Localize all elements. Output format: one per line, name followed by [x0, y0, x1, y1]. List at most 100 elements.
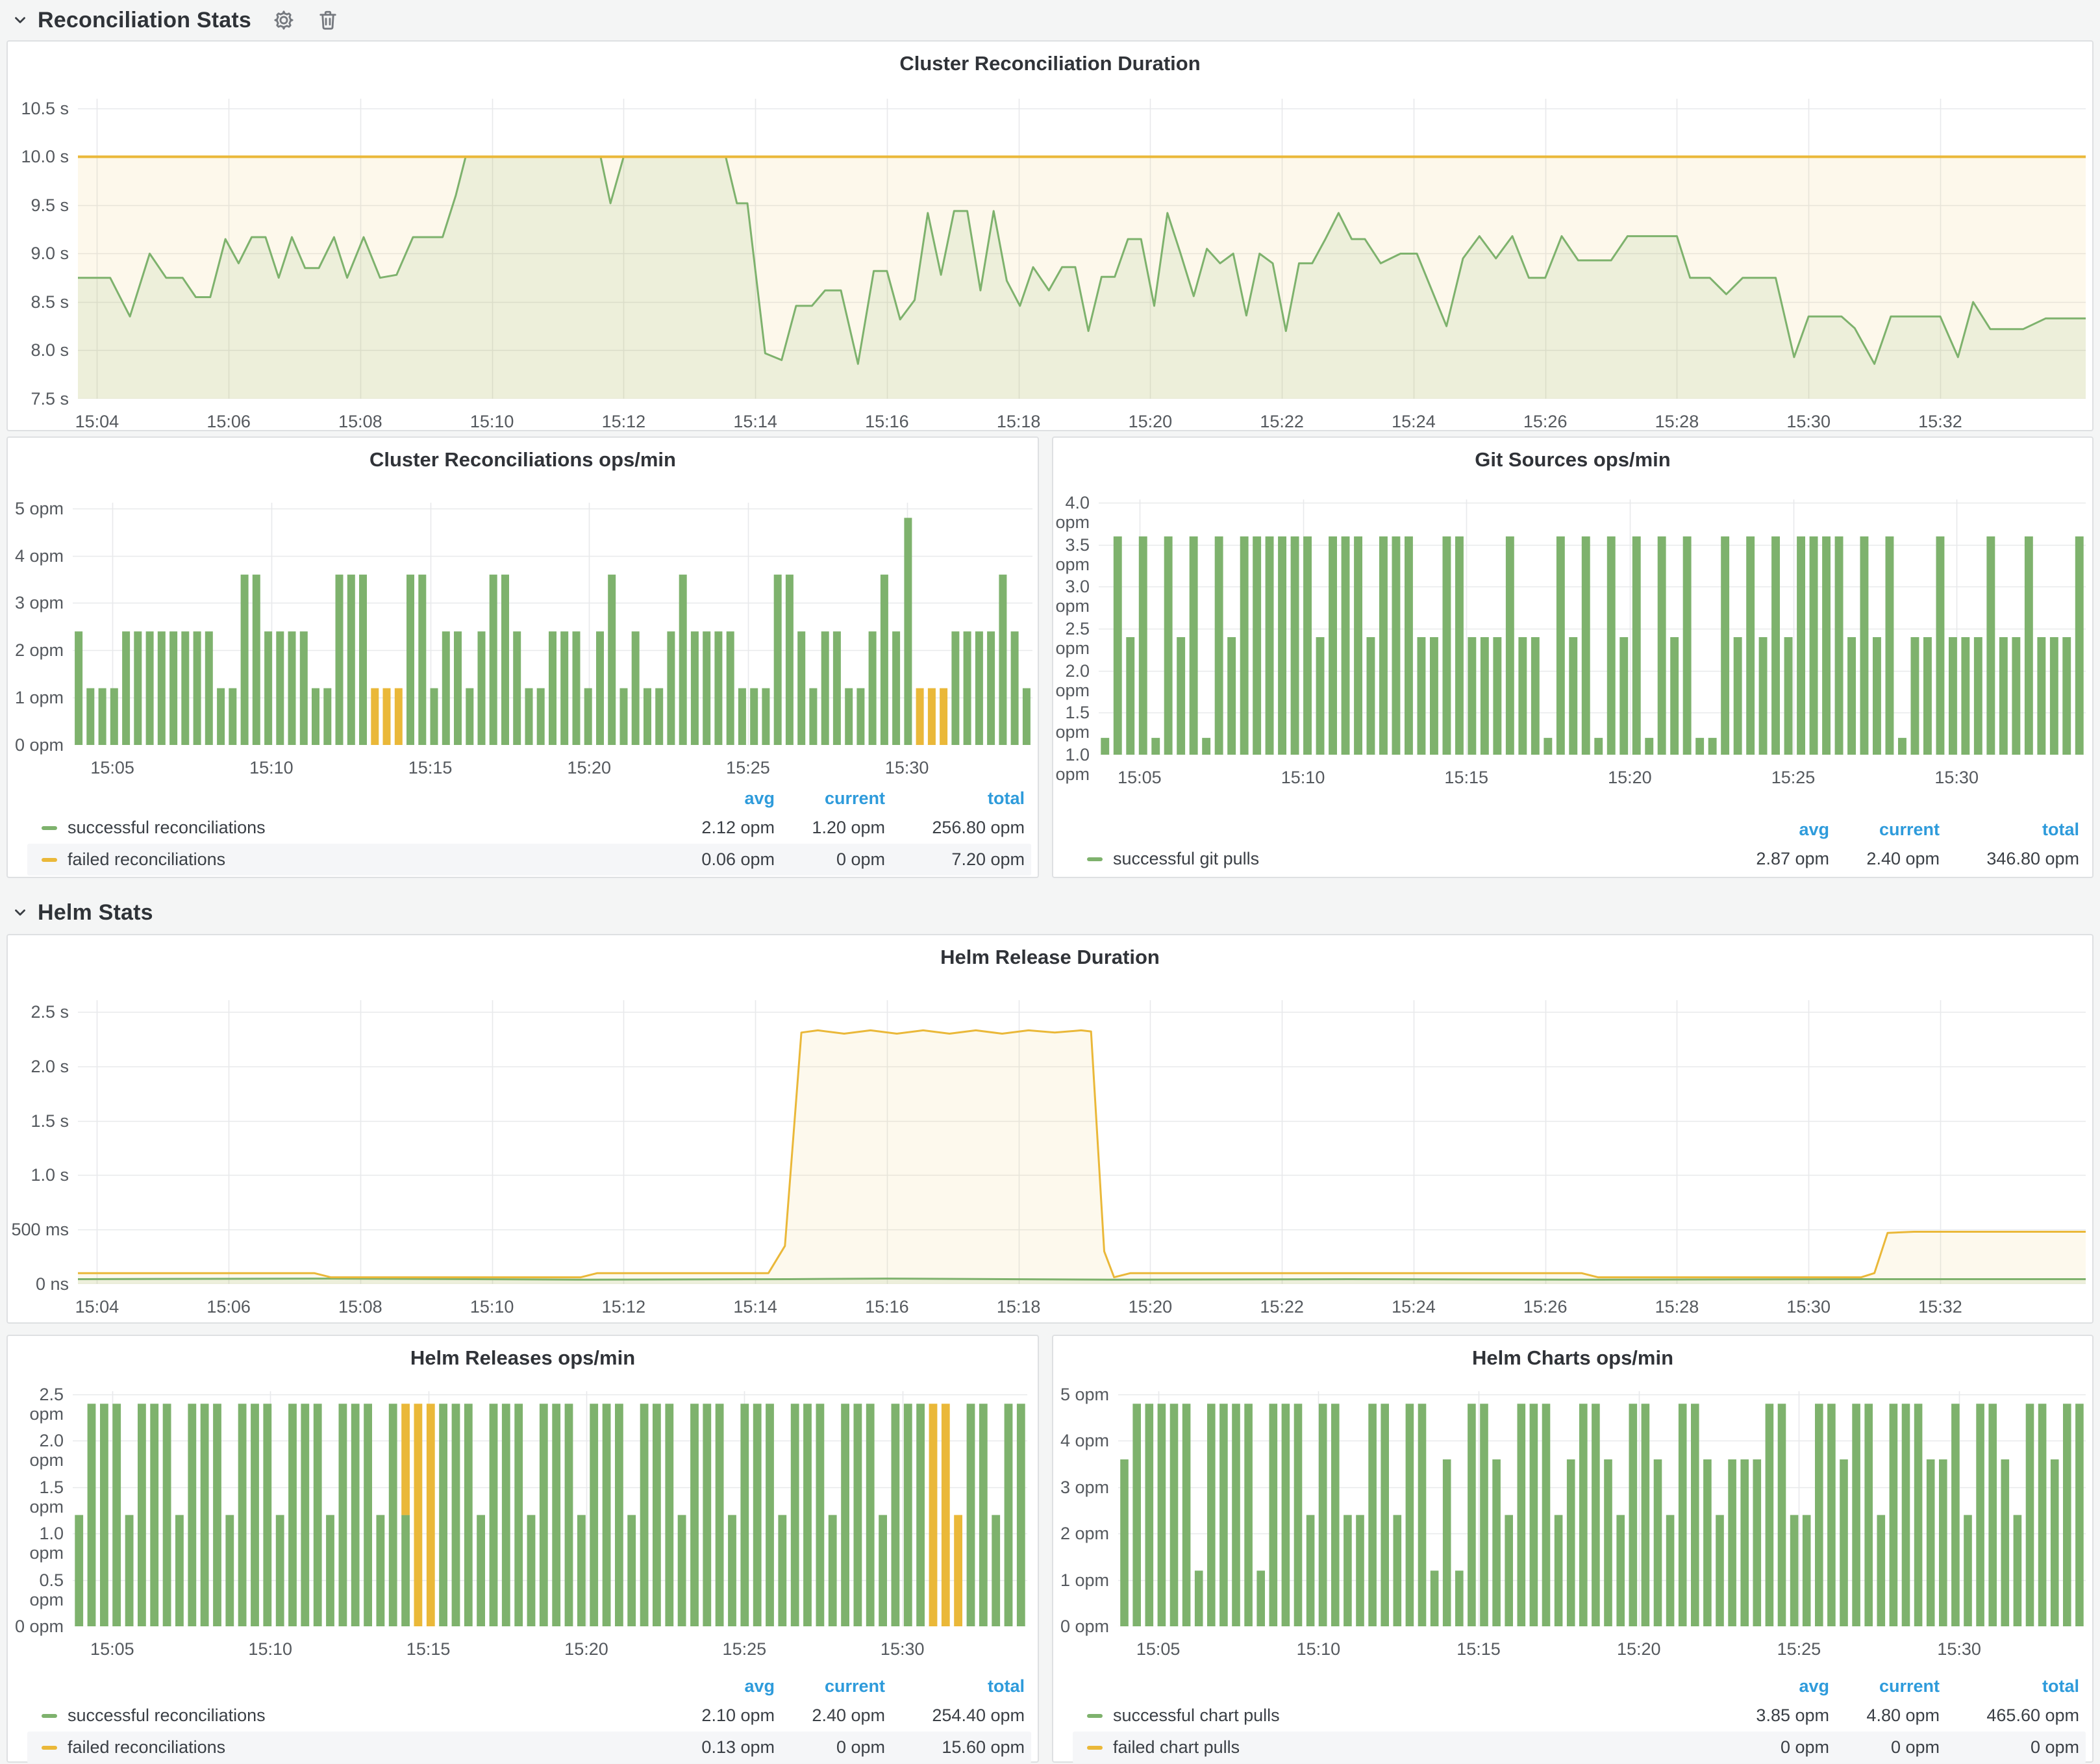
y-tick-label: 0 opm	[8, 735, 64, 755]
legend-current-value: 2.40 opm	[775, 1706, 885, 1726]
legend-total-value: 256.80 opm	[885, 818, 1025, 838]
cluster-reconciliation-duration-chart[interactable]: 10.5 s10.0 s9.5 s9.0 s8.5 s8.0 s7.5 s15:…	[8, 42, 2092, 430]
legend-current-value: 4.80 opm	[1829, 1706, 1940, 1726]
y-tick-label: 1.5 s	[8, 1111, 69, 1131]
legend-sort-avg[interactable]: avg	[651, 1676, 775, 1696]
y-tick-label: 0.5 opm	[8, 1570, 64, 1609]
x-tick-label: 15:08	[308, 412, 412, 431]
y-tick-label: 2.5 opm	[1053, 619, 1090, 658]
legend-total-value: 465.60 opm	[1940, 1706, 2079, 1726]
legend-series-label[interactable]: failed chart pulls	[1113, 1737, 1240, 1758]
legend-sort-avg[interactable]: avg	[1706, 820, 1829, 840]
grafana-dashboard: Reconciliation Stats Cluster Reconciliat…	[0, 0, 2100, 1764]
section-helm-stats[interactable]: Helm Stats	[12, 898, 153, 927]
legend-sort-current[interactable]: current	[775, 788, 885, 809]
trash-icon[interactable]	[316, 8, 340, 32]
legend-sort-current[interactable]: current	[775, 1676, 885, 1696]
legend-header: avgcurrenttotal	[27, 1672, 1031, 1700]
y-tick-label: 3 opm	[1053, 1478, 1109, 1497]
y-tick-label: 1.5 opm	[1053, 703, 1090, 742]
legend: avgcurrenttotalsuccessful reconciliation…	[27, 785, 1031, 876]
x-tick-label: 15:16	[835, 412, 939, 431]
y-tick-label: 9.5 s	[8, 195, 69, 215]
legend-series-marker	[1087, 857, 1103, 861]
x-tick-label: 15:04	[45, 412, 149, 431]
x-tick-label: 15:20	[1587, 1639, 1691, 1659]
x-tick-label: 15:15	[377, 1639, 481, 1659]
legend-sort-total[interactable]: total	[1940, 820, 2079, 840]
legend-series-label[interactable]: failed reconciliations	[68, 1737, 225, 1758]
y-tick-label: 2.0 s	[8, 1057, 69, 1076]
x-tick-label: 15:06	[177, 1297, 281, 1317]
legend-sort-current[interactable]: current	[1829, 1676, 1940, 1696]
legend-avg-value: 2.87 opm	[1706, 849, 1829, 869]
legend-series-label[interactable]: successful reconciliations	[68, 818, 266, 838]
x-tick-label: 15:10	[219, 758, 323, 777]
y-tick-label: 0 opm	[8, 1617, 64, 1636]
line-plot	[78, 99, 2086, 399]
x-tick-label: 15:16	[835, 1297, 939, 1317]
legend-sort-current[interactable]: current	[1829, 820, 1940, 840]
panel-cluster-reconciliations-ops: Cluster Reconciliations ops/min 5 opm4 o…	[6, 436, 1039, 878]
gear-icon[interactable]	[272, 8, 295, 32]
legend-current-value: 2.40 opm	[1829, 849, 1940, 869]
panel-helm-release-duration: Helm Release Duration 2.5 s2.0 s1.5 s1.0…	[6, 934, 2094, 1324]
x-tick-label: 15:20	[1098, 412, 1202, 431]
legend-sort-total[interactable]: total	[1940, 1676, 2079, 1696]
legend-sort-total[interactable]: total	[885, 1676, 1025, 1696]
panel-helm-charts-ops: Helm Charts ops/min 5 opm4 opm3 opm2 opm…	[1052, 1335, 2094, 1763]
legend-sort-avg[interactable]: avg	[1706, 1676, 1829, 1696]
legend-sort-total[interactable]: total	[885, 788, 1025, 809]
y-tick-label: 8.5 s	[8, 292, 69, 312]
x-tick-label: 15:25	[1742, 768, 1845, 787]
legend-series-label[interactable]: successful reconciliations	[68, 1706, 266, 1726]
x-tick-label: 15:30	[1756, 1297, 1860, 1317]
legend-series-label[interactable]: successful git pulls	[1113, 849, 1259, 869]
legend-row: failed reconciliations0.06 opm0 opm7.20 …	[27, 844, 1031, 876]
legend-total-value: 346.80 opm	[1940, 849, 2079, 869]
legend-series-marker	[1087, 1746, 1103, 1750]
y-tick-label: 10.0 s	[8, 147, 69, 166]
y-tick-label: 1.0 opm	[1053, 745, 1090, 784]
legend-series-label[interactable]: successful chart pulls	[1113, 1706, 1280, 1726]
y-tick-label: 1.5 opm	[8, 1478, 64, 1517]
y-tick-label: 1 opm	[1053, 1570, 1109, 1590]
y-tick-label: 2 opm	[8, 640, 64, 660]
x-tick-label: 15:22	[1230, 412, 1334, 431]
x-tick-label: 15:06	[177, 412, 281, 431]
y-tick-label: 4 opm	[1053, 1431, 1109, 1450]
legend-current-value: 1.20 opm	[775, 818, 885, 838]
x-tick-label: 15:32	[1888, 1297, 1992, 1317]
legend-row: successful reconciliations2.12 opm1.20 o…	[27, 812, 1031, 844]
x-tick-label: 15:14	[703, 412, 807, 431]
y-tick-label: 0 ns	[8, 1274, 69, 1294]
x-tick-label: 15:08	[308, 1297, 412, 1317]
x-tick-label: 15:24	[1362, 412, 1466, 431]
legend-avg-value: 3.85 opm	[1706, 1706, 1829, 1726]
x-tick-label: 15:26	[1494, 412, 1597, 431]
legend-header: avgcurrenttotal	[27, 785, 1031, 812]
y-tick-label: 7.5 s	[8, 389, 69, 409]
helm-release-duration-chart[interactable]: 2.5 s2.0 s1.5 s1.0 s500 ms0 ns15:0415:06…	[8, 935, 2092, 1322]
y-tick-label: 4.0 opm	[1053, 493, 1090, 532]
x-tick-label: 15:10	[440, 1297, 544, 1317]
panel-git-sources-ops: Git Sources ops/min 4.0 opm3.5 opm3.0 op…	[1052, 436, 2094, 878]
section-reconciliation-stats[interactable]: Reconciliation Stats	[12, 5, 340, 35]
legend-avg-value: 0.13 opm	[651, 1737, 775, 1758]
y-tick-label: 3 opm	[8, 593, 64, 612]
x-tick-label: 15:10	[440, 412, 544, 431]
legend-row: successful reconciliations2.10 opm2.40 o…	[27, 1700, 1031, 1732]
git-sources-ops-chart[interactable]: 4.0 opm3.5 opm3.0 opm2.5 opm2.0 opm1.5 o…	[1053, 438, 2092, 877]
legend-series-label[interactable]: failed reconciliations	[68, 850, 225, 870]
legend-series-marker	[42, 858, 57, 862]
x-tick-label: 15:18	[967, 1297, 1071, 1317]
y-tick-label: 2.5 opm	[8, 1385, 64, 1424]
legend-series-marker	[42, 1746, 57, 1750]
x-tick-label: 15:24	[1362, 1297, 1466, 1317]
x-tick-label: 15:30	[851, 1639, 955, 1659]
bar-plot	[1099, 499, 2086, 755]
bar-plot	[73, 503, 1032, 745]
y-tick-label: 8.0 s	[8, 340, 69, 360]
section-title: Helm Stats	[38, 900, 153, 926]
legend-sort-avg[interactable]: avg	[651, 788, 775, 809]
